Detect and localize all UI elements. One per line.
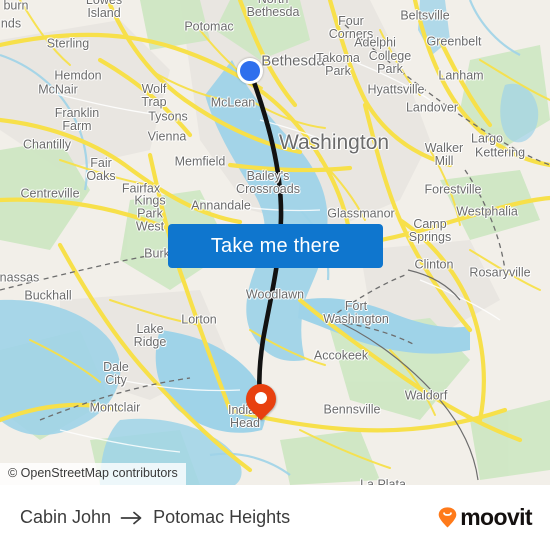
- map-label: Memfield: [174, 154, 226, 169]
- map-label: Landover: [405, 100, 459, 115]
- map-label: Fairfax: [121, 181, 161, 196]
- map-label: McNair: [38, 82, 78, 97]
- map-label: burn: [3, 0, 29, 13]
- map-label: Waldorf: [404, 388, 448, 403]
- map-label: Forestville: [424, 182, 482, 197]
- map-label: Centreville: [20, 186, 80, 201]
- map-label: Rosaryville: [469, 265, 531, 280]
- map-label: Montclair: [89, 400, 141, 415]
- arrow-right-icon: [120, 510, 144, 526]
- map-label: Chantilly: [23, 137, 71, 152]
- map-label: nds: [0, 16, 22, 31]
- map-label: Vienna: [147, 129, 187, 144]
- map-label: Greenbelt: [426, 34, 482, 49]
- map-label: Bethesda: [261, 52, 325, 70]
- map-label: Fair Oaks: [86, 156, 116, 183]
- map-label: Walker Mill: [424, 141, 464, 168]
- map-label: Westphalia: [456, 204, 518, 219]
- map-label: Clinton: [414, 257, 454, 272]
- map-label: Four Corners: [328, 14, 374, 41]
- map-label: Potomac: [184, 19, 234, 34]
- map-label: Bailey's Crossroads: [236, 169, 300, 196]
- map-label: Lake Ridge: [133, 322, 167, 349]
- map-label: Glassmanor: [327, 206, 395, 221]
- map-label: Lorton: [181, 312, 217, 327]
- map-label: Dale City: [103, 360, 129, 387]
- moovit-logo[interactable]: moovit: [438, 504, 533, 531]
- map-label: Camp Springs: [408, 217, 452, 244]
- map-label: Lowes Island: [85, 0, 123, 20]
- map-label: Tysons: [148, 109, 188, 124]
- take-me-there-button[interactable]: Take me there: [168, 224, 383, 268]
- map-label: Accokeek: [313, 348, 369, 363]
- map-label: Hemdon: [54, 68, 102, 83]
- map-label: Washington: [278, 131, 390, 155]
- map-label: Burk: [144, 246, 170, 261]
- map-label: Sterling: [46, 36, 90, 51]
- map-label: Fort Washington: [323, 299, 389, 326]
- origin-marker[interactable]: [237, 58, 263, 84]
- map-label: Lanham: [438, 68, 484, 83]
- map-label: Largo: [471, 131, 503, 146]
- moovit-trip-map-screen: burn Lowes Island North Bethesda Beltsville…: [0, 0, 550, 550]
- footer-bar: Cabin John Potomac Heights moovit: [0, 485, 550, 550]
- map-label: Hyattsville: [367, 82, 425, 97]
- origin-label: Cabin John: [20, 507, 112, 527]
- map-attribution[interactable]: © OpenStreetMap contributors: [0, 463, 186, 485]
- map-label: Buckhall: [24, 288, 72, 303]
- map-label: Franklin Farm: [54, 106, 100, 133]
- map-label: Annandale: [191, 198, 251, 213]
- moovit-pin-icon: [438, 507, 457, 528]
- map-label: Wolf Trap: [141, 82, 167, 109]
- destination-marker[interactable]: [239, 377, 283, 421]
- map-label: College Park: [368, 49, 412, 76]
- map-label: Woodlawn: [245, 287, 305, 302]
- route-summary: Cabin John Potomac Heights: [20, 507, 290, 528]
- moovit-wordmark: moovit: [460, 504, 532, 530]
- map-label: Beltsville: [400, 8, 450, 23]
- map-label: Takoma Park: [316, 51, 360, 78]
- map-label: North Bethesda: [246, 0, 300, 19]
- map-label: Kings Park West: [134, 193, 166, 234]
- map-label: Adelphi: [354, 35, 396, 50]
- map-label: Kettering: [474, 145, 526, 160]
- destination-label: Potomac Heights: [153, 507, 291, 527]
- map-label: anassas: [0, 270, 40, 285]
- pin-dot: [255, 392, 267, 404]
- map-container[interactable]: burn Lowes Island North Bethesda Beltsville…: [0, 0, 550, 485]
- map-label: McLean: [210, 95, 256, 110]
- map-label: Bennsville: [323, 402, 381, 417]
